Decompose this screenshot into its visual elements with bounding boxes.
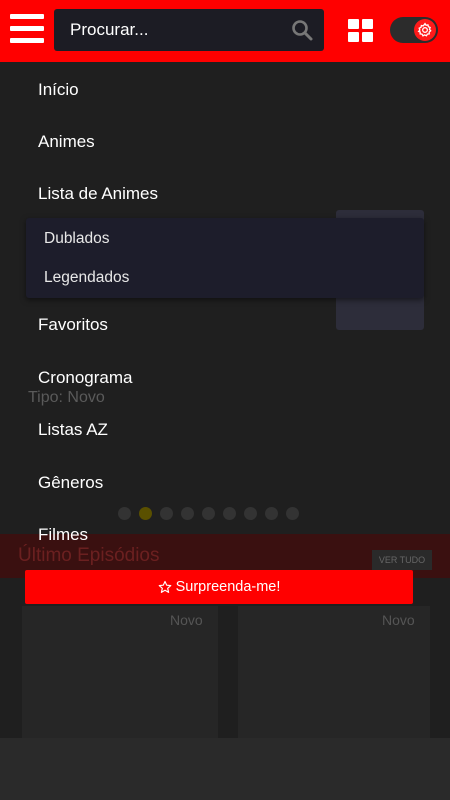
carousel-dot (118, 507, 131, 520)
menu-hamburger-icon[interactable] (10, 14, 44, 44)
carousel-dots (118, 507, 299, 521)
carousel-dot (286, 507, 299, 520)
star-icon (158, 580, 171, 593)
carousel-dot-active (139, 507, 152, 520)
menu-item-lista-de-animes[interactable]: Lista de Animes (38, 184, 158, 204)
submenu-lista-de-animes: Dublados Legendados (26, 218, 424, 298)
menu-item-inicio[interactable]: Início (38, 80, 79, 100)
carousel-dot (244, 507, 257, 520)
episode-new-badge: Novo (382, 612, 415, 628)
see-all-button[interactable]: VER TUDO (372, 550, 432, 570)
search-icon[interactable] (290, 18, 314, 42)
menu-item-cronograma[interactable]: Cronograma (38, 368, 133, 388)
menu-item-animes[interactable]: Animes (38, 132, 95, 152)
grid-view-icon[interactable] (348, 19, 374, 43)
carousel-dot (160, 507, 173, 520)
menu-item-favoritos[interactable]: Favoritos (38, 315, 108, 335)
menu-item-listas-az[interactable]: Listas AZ (38, 420, 108, 440)
search-input[interactable] (54, 9, 284, 51)
latest-episodes-title: Último Episódios (18, 545, 160, 566)
carousel-dot (223, 507, 236, 520)
episode-new-badge: Novo (170, 612, 203, 628)
theme-toggle[interactable] (390, 17, 438, 43)
submenu-item-dublados[interactable]: Dublados (44, 230, 110, 248)
submenu-item-legendados[interactable]: Legendados (44, 269, 129, 287)
carousel-dot (202, 507, 215, 520)
gear-icon (417, 22, 432, 37)
menu-item-generos[interactable]: Gêneros (38, 473, 103, 493)
top-header (0, 0, 450, 62)
surprise-me-label: Surpreenda-me! (175, 579, 281, 595)
carousel-dot (181, 507, 194, 520)
menu-item-filmes[interactable]: Filmes (38, 525, 88, 545)
carousel-dot (265, 507, 278, 520)
anime-type-label: Tipo: Novo (28, 389, 105, 406)
search-box (54, 9, 324, 51)
surprise-me-button[interactable]: Surpreenda-me! (25, 570, 413, 604)
toggle-knob (414, 19, 436, 41)
bottom-area (0, 738, 450, 800)
